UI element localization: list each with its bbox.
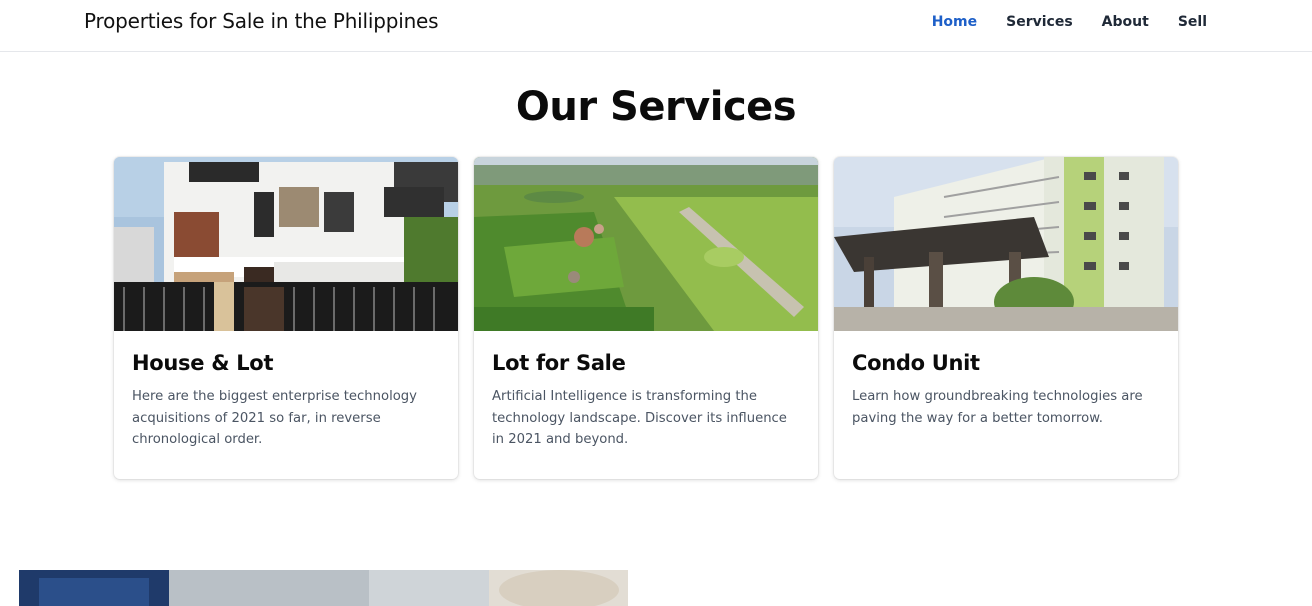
about-image [19, 570, 628, 606]
card-text: Artificial Intelligence is transforming … [492, 389, 787, 447]
card-title: Lot for Sale [492, 351, 626, 375]
condo-image [834, 157, 1178, 331]
service-card-lot-for-sale[interactable]: Lot for Sale Artificial Intelligence is … [474, 157, 818, 479]
card-text: Here are the biggest enterprise technolo… [132, 389, 417, 447]
navbar: Properties for Sale in the Philippines H… [0, 0, 1312, 52]
service-card-condo-unit[interactable]: Condo Unit Learn how groundbreaking tech… [834, 157, 1178, 479]
card-text: Learn how groundbreaking technologies ar… [852, 389, 1143, 426]
section-title: Our Services [515, 84, 797, 130]
nav-item-about[interactable]: About [1102, 14, 1149, 30]
house-image [114, 157, 458, 331]
nav-item-sell[interactable]: Sell [1178, 14, 1207, 30]
service-card-house-lot[interactable]: House & Lot Here are the biggest enterpr… [114, 157, 458, 479]
lot-image [474, 157, 818, 331]
card-title: House & Lot [132, 351, 274, 375]
nav-item-services[interactable]: Services [1006, 14, 1073, 30]
nav-item-home[interactable]: Home [932, 14, 977, 30]
brand-title[interactable]: Properties for Sale in the Philippines [84, 9, 439, 33]
main-nav: Home Services About Sell [903, 14, 1207, 30]
card-title: Condo Unit [852, 351, 980, 375]
